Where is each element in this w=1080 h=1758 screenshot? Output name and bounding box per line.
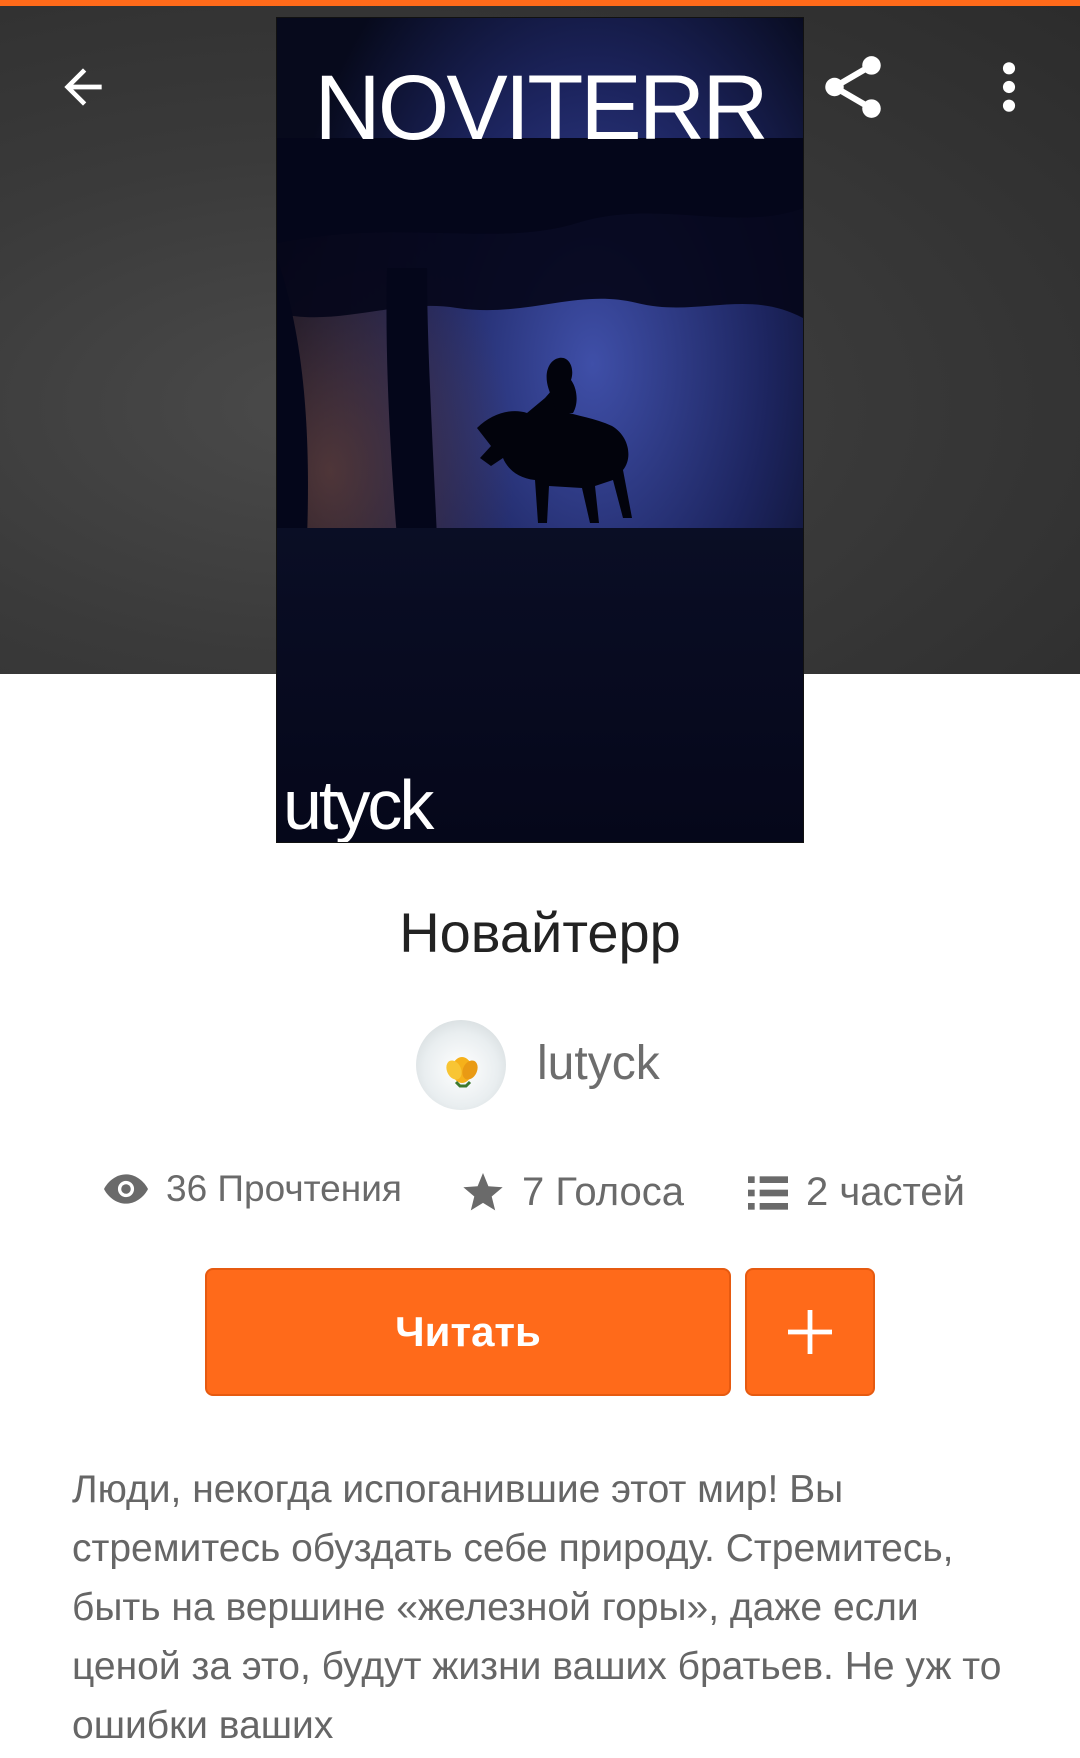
parts-stat: 2 частей bbox=[748, 1170, 965, 1215]
add-to-library-button[interactable] bbox=[745, 1268, 875, 1396]
avatar[interactable] bbox=[416, 1020, 506, 1110]
arrow-left-icon bbox=[64, 68, 102, 106]
star-icon bbox=[463, 1172, 503, 1210]
book-cover[interactable]: NOVITERR utyck bbox=[277, 18, 803, 842]
book-description: Люди, некогда испоганившие этот мир! Вы … bbox=[72, 1468, 1002, 1747]
author-row[interactable]: lutyck bbox=[0, 1018, 1080, 1114]
votes-stat: 7 Голоса bbox=[462, 1170, 684, 1215]
votes-count: 7 Голоса bbox=[522, 1170, 684, 1214]
reads-stat: 36 Прочтения bbox=[104, 1168, 402, 1210]
share-button[interactable] bbox=[808, 42, 898, 132]
author-name[interactable]: lutyck bbox=[537, 1036, 660, 1091]
more-vertical-icon bbox=[1002, 62, 1016, 112]
flower-icon bbox=[446, 1057, 478, 1088]
list-icon bbox=[748, 1175, 788, 1210]
stats-row: 36 Прочтения 7 Голоса 2 частей bbox=[0, 1160, 1080, 1230]
book-title: Новайтерр bbox=[399, 901, 681, 964]
more-options-button[interactable] bbox=[964, 42, 1054, 132]
reads-count: 36 Прочтения bbox=[166, 1168, 402, 1209]
share-icon bbox=[825, 56, 881, 118]
eye-icon bbox=[104, 1174, 148, 1204]
back-button[interactable] bbox=[38, 42, 128, 132]
parts-count: 2 частей bbox=[806, 1170, 965, 1214]
cover-author: utyck bbox=[283, 766, 434, 842]
plus-icon bbox=[788, 1310, 832, 1354]
read-button[interactable]: Читать bbox=[205, 1268, 731, 1396]
cover-title: NOVITERR bbox=[314, 57, 768, 159]
